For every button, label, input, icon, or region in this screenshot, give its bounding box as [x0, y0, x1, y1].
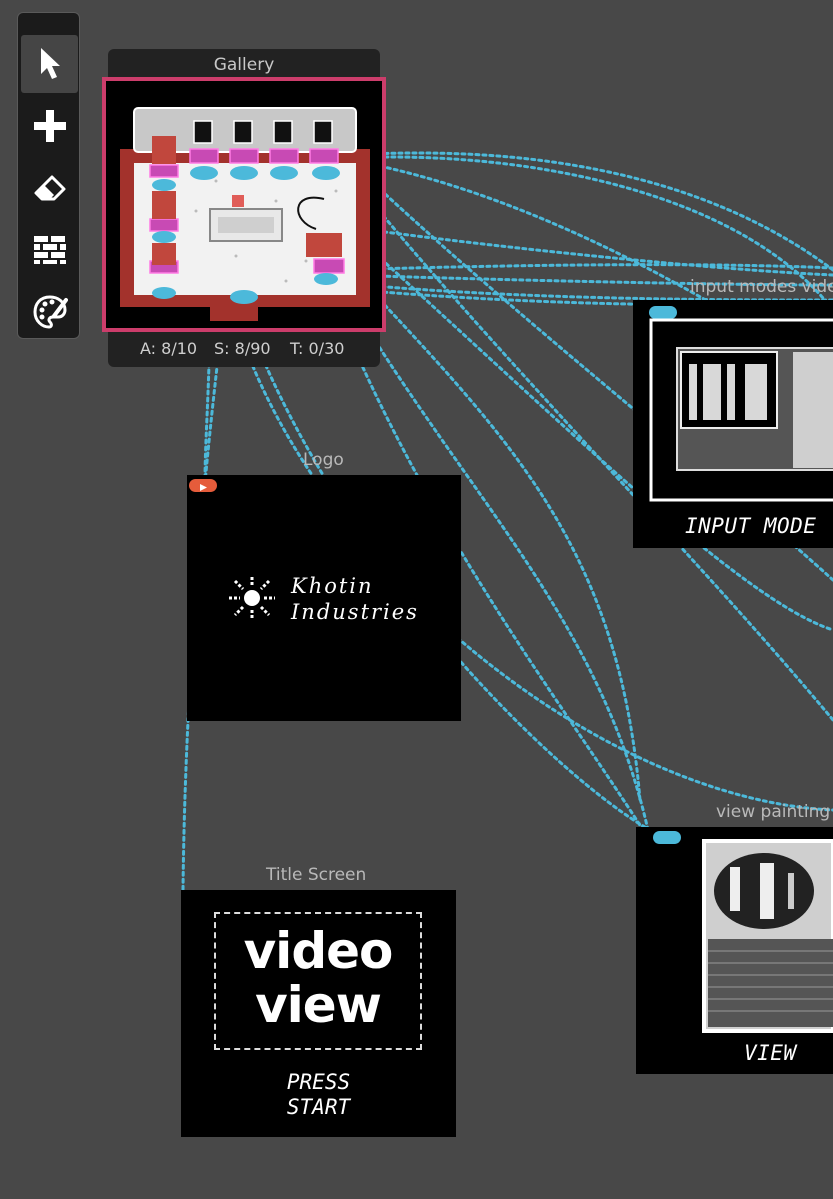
input-modes-room-card[interactable]: INPUT MODE	[633, 300, 833, 548]
room-title-logo: Logo	[303, 450, 344, 470]
add-plus-icon	[33, 110, 66, 142]
title-logo-line-1: video	[243, 922, 394, 980]
triggers-count: T: 0/30	[290, 339, 345, 358]
eraser-tool-button[interactable]	[21, 159, 78, 217]
title-logo-frame: video view	[214, 912, 422, 1050]
title-logo-line-2: view	[255, 976, 382, 1034]
caption-line-1: PRESS	[286, 1070, 351, 1094]
eraser-icon	[34, 175, 65, 201]
actors-count: A: 8/10	[140, 339, 198, 358]
press-start-text: PRESS START	[181, 1070, 456, 1120]
start-room-badge	[189, 479, 217, 492]
title-screen-room-card[interactable]: video view PRESS START	[181, 890, 456, 1137]
paint-tool-button[interactable]	[21, 283, 78, 341]
room-stats: A: 8/10 S: 8/90 T: 0/30	[108, 339, 380, 359]
palette-icon	[32, 295, 68, 329]
input-modes-preview	[649, 318, 833, 502]
sun-logo-icon	[229, 577, 275, 619]
wire	[368, 228, 833, 277]
add-tool-button[interactable]	[21, 97, 78, 155]
room-title-view-painting: view painting	[716, 802, 831, 822]
wire	[348, 151, 833, 272]
wall-tool-button[interactable]	[21, 221, 78, 279]
company-logo-text: Khotin Industries	[291, 573, 419, 625]
room-title: Gallery	[213, 55, 275, 75]
logo-room-card[interactable]: Khotin Industries	[187, 475, 461, 721]
room-title-input-modes: input modes vide	[690, 277, 833, 297]
view-painting-room-card[interactable]: VIEW	[636, 827, 833, 1074]
logo-line-1: Khotin	[291, 574, 374, 598]
tool-palette	[17, 12, 80, 339]
gallery-map-thumbnail	[120, 107, 370, 321]
caption-line-2: START	[286, 1095, 351, 1119]
painting-preview	[702, 839, 833, 1033]
wire	[338, 263, 833, 272]
exit-badge	[653, 831, 681, 844]
select-arrow-icon	[40, 48, 60, 79]
sprites-count: S: 8/90	[214, 339, 271, 358]
wall-bricks-icon	[33, 236, 66, 264]
select-tool-button[interactable]	[21, 35, 78, 93]
game-title-logo: video view	[216, 924, 420, 1032]
room-caption: VIEW	[744, 1041, 797, 1065]
gallery-room-preview[interactable]	[102, 77, 386, 332]
logo-line-2: Industries	[291, 600, 419, 624]
play-icon	[200, 484, 207, 491]
room-caption: INPUT MODE	[685, 514, 817, 538]
room-title-title-screen: Title Screen	[266, 865, 367, 885]
